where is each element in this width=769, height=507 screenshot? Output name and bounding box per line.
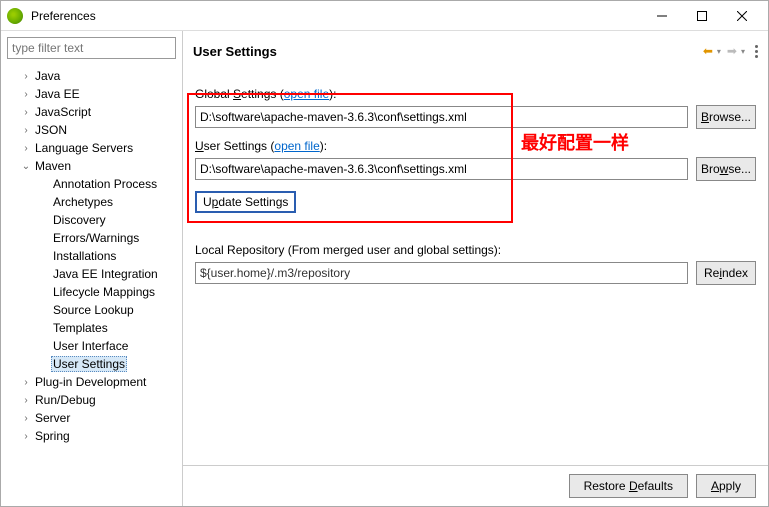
tree-item-plug-in-development[interactable]: ›Plug-in Development (5, 373, 182, 391)
annotation-text: 最好配置一样 (521, 129, 629, 155)
tree-item-java-ee-integration[interactable]: Java EE Integration (5, 265, 182, 283)
chevron-right-icon[interactable]: › (19, 143, 33, 154)
tree-item-json[interactable]: ›JSON (5, 121, 182, 139)
title-bar: Preferences (1, 1, 768, 31)
tree-item-java-ee[interactable]: ›Java EE (5, 85, 182, 103)
user-open-file-link[interactable]: open file (274, 139, 319, 153)
back-icon[interactable]: ⬅ (703, 44, 713, 58)
chevron-right-icon[interactable]: › (19, 107, 33, 118)
tree-item-label: Lifecycle Mappings (51, 285, 157, 299)
nav-icons: ⬅ ▾ ➡ ▾ (703, 44, 758, 58)
chevron-right-icon[interactable]: › (19, 377, 33, 388)
tree-item-source-lookup[interactable]: Source Lookup (5, 301, 182, 319)
tree-item-installations[interactable]: Installations (5, 247, 182, 265)
update-settings-button[interactable]: Update Settings (195, 191, 296, 213)
tree-item-archetypes[interactable]: Archetypes (5, 193, 182, 211)
tree-item-label: User Settings (51, 356, 127, 372)
user-settings-input[interactable] (195, 158, 688, 180)
window-title: Preferences (31, 9, 642, 23)
chevron-right-icon[interactable]: › (19, 431, 33, 442)
filter-input[interactable] (7, 37, 176, 59)
user-browse-button[interactable]: Browse... (696, 157, 756, 181)
forward-icon[interactable]: ➡ (727, 44, 737, 58)
tree-item-lifecycle-mappings[interactable]: Lifecycle Mappings (5, 283, 182, 301)
tree-item-javascript[interactable]: ›JavaScript (5, 103, 182, 121)
tree-item-user-interface[interactable]: User Interface (5, 337, 182, 355)
forward-dropdown-icon[interactable]: ▾ (741, 47, 745, 56)
global-browse-button[interactable]: Browse... (696, 105, 756, 129)
tree-item-label: Server (33, 411, 72, 425)
content-header: User Settings ⬅ ▾ ➡ ▾ (183, 31, 768, 71)
restore-defaults-button[interactable]: Restore Defaults (569, 474, 688, 498)
tree-item-label: Templates (51, 321, 110, 335)
page-title: User Settings (193, 44, 703, 59)
footer: Restore Defaults Apply (183, 465, 768, 506)
tree-item-label: Errors/Warnings (51, 231, 141, 245)
minimize-button[interactable] (642, 2, 682, 30)
chevron-right-icon[interactable]: › (19, 89, 33, 100)
window-controls (642, 2, 762, 30)
tree-item-label: Language Servers (33, 141, 135, 155)
tree-item-label: Spring (33, 429, 72, 443)
chevron-right-icon[interactable]: › (19, 395, 33, 406)
tree-item-errors-warnings[interactable]: Errors/Warnings (5, 229, 182, 247)
global-settings-label: Global Settings (open file): (195, 87, 756, 101)
chevron-down-icon[interactable]: ⌄ (19, 161, 33, 172)
tree-item-maven[interactable]: ⌄Maven (5, 157, 182, 175)
sidebar: ›Java›Java EE›JavaScript›JSON›Language S… (1, 31, 183, 506)
tree-item-label: Java EE Integration (51, 267, 160, 281)
content-pane: User Settings ⬅ ▾ ➡ ▾ 最好配置一样 Global Settin… (183, 31, 768, 506)
content-body: 最好配置一样 Global Settings (open file): Brow… (183, 71, 768, 465)
tree-item-label: Maven (33, 159, 73, 173)
chevron-right-icon[interactable]: › (19, 71, 33, 82)
reindex-button[interactable]: Reindex (696, 261, 756, 285)
local-repo-label: Local Repository (From merged user and g… (195, 243, 756, 257)
tree-item-label: User Interface (51, 339, 130, 353)
chevron-right-icon[interactable]: › (19, 125, 33, 136)
tree-item-label: Source Lookup (51, 303, 136, 317)
maximize-button[interactable] (682, 2, 722, 30)
tree-item-label: Run/Debug (33, 393, 98, 407)
tree-item-label: JSON (33, 123, 69, 137)
preferences-tree[interactable]: ›Java›Java EE›JavaScript›JSON›Language S… (1, 65, 182, 506)
tree-item-label: Java (33, 69, 62, 83)
chevron-right-icon[interactable]: › (19, 413, 33, 424)
user-settings-label: User Settings (open file): (195, 139, 756, 153)
tree-item-run-debug[interactable]: ›Run/Debug (5, 391, 182, 409)
tree-item-spring[interactable]: ›Spring (5, 427, 182, 445)
tree-item-label: Installations (51, 249, 118, 263)
global-open-file-link[interactable]: open file (284, 87, 329, 101)
main-area: ›Java›Java EE›JavaScript›JSON›Language S… (1, 31, 768, 506)
tree-item-label: Java EE (33, 87, 82, 101)
eclipse-icon (7, 8, 23, 24)
tree-item-label: Discovery (51, 213, 108, 227)
tree-item-label: JavaScript (33, 105, 93, 119)
tree-item-java[interactable]: ›Java (5, 67, 182, 85)
tree-item-user-settings[interactable]: User Settings (5, 355, 182, 373)
apply-button[interactable]: Apply (696, 474, 756, 498)
tree-item-label: Annotation Process (51, 177, 159, 191)
tree-item-label: Plug-in Development (33, 375, 148, 389)
tree-item-label: Archetypes (51, 195, 115, 209)
tree-item-templates[interactable]: Templates (5, 319, 182, 337)
tree-item-discovery[interactable]: Discovery (5, 211, 182, 229)
local-repo-input (195, 262, 688, 284)
tree-item-server[interactable]: ›Server (5, 409, 182, 427)
tree-item-language-servers[interactable]: ›Language Servers (5, 139, 182, 157)
close-button[interactable] (722, 2, 762, 30)
global-settings-input[interactable] (195, 106, 688, 128)
back-dropdown-icon[interactable]: ▾ (717, 47, 721, 56)
view-menu-icon[interactable] (755, 45, 758, 58)
tree-item-annotation-process[interactable]: Annotation Process (5, 175, 182, 193)
